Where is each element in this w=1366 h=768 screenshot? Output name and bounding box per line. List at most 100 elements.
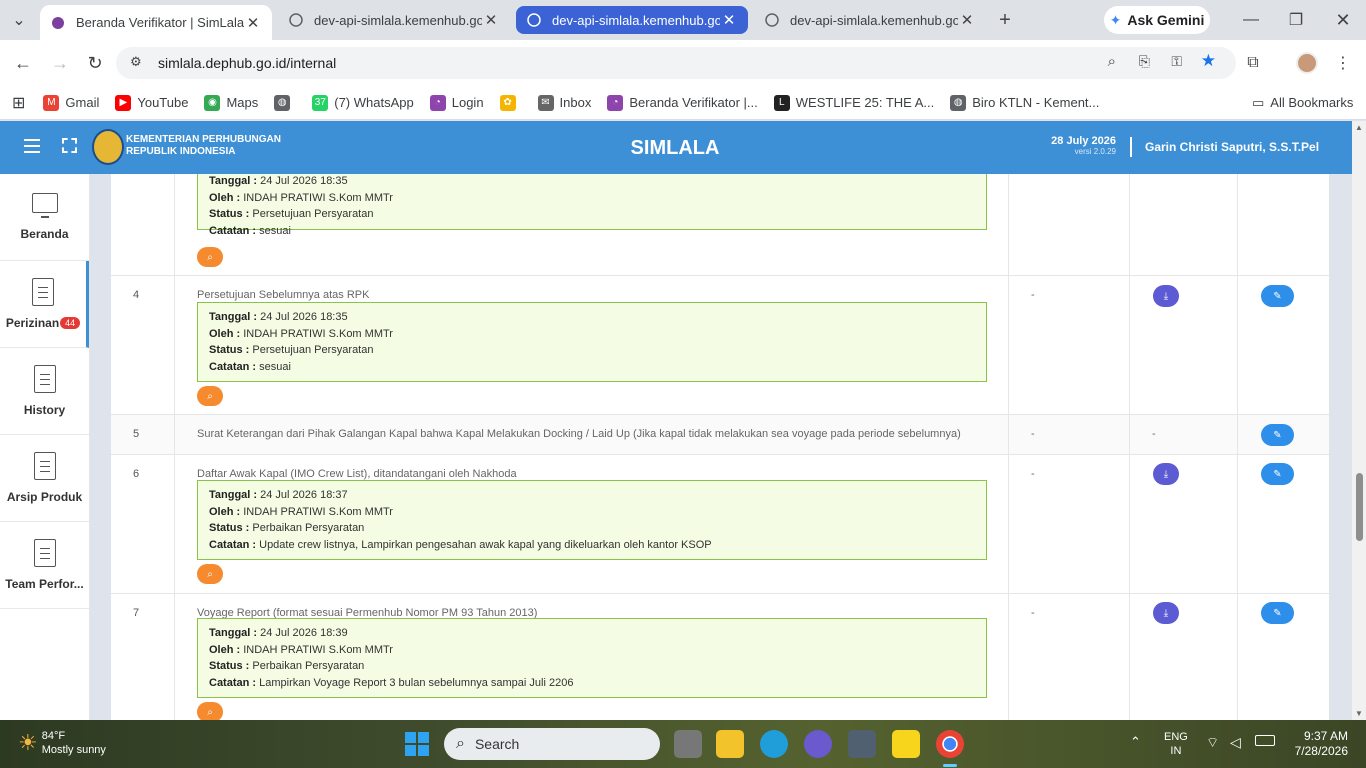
tab-dev-api-3[interactable]: dev-api-simlala.kemenhub.go.id ✕ xyxy=(754,6,986,34)
volume-icon[interactable]: ◁ xyxy=(1230,734,1241,751)
bookmark-item[interactable]: L WESTLIFE 25: THE A... xyxy=(773,94,934,111)
current-date: 28 July 2026 xyxy=(1051,135,1116,147)
close-tab-icon[interactable]: ✕ xyxy=(482,11,500,29)
download-button[interactable]: ⤓ xyxy=(1153,285,1179,307)
preview-button[interactable]: ⌕ xyxy=(197,564,223,584)
sidebar-item-arsip-produk[interactable]: Arsip Produk xyxy=(0,435,89,522)
bookmark-label: YouTube xyxy=(137,95,189,110)
sidebar-item-beranda[interactable]: Beranda xyxy=(0,174,89,261)
apps-grid-icon[interactable]: ⊞ xyxy=(12,93,25,113)
edit-icon: ✎ xyxy=(1273,607,1282,619)
requirements-table: Tanggal : 24 Jul 2026 18:35 Oleh : INDAH… xyxy=(111,174,1329,720)
weather-temp: 84°F xyxy=(41,730,66,742)
search-icon: ⌕ xyxy=(207,390,213,402)
close-tab-icon[interactable]: ✕ xyxy=(244,14,262,32)
forward-icon[interactable]: → xyxy=(47,50,73,76)
tab-beranda-verifikator[interactable]: Beranda Verifikator | SimLala ✕ xyxy=(40,5,272,40)
hamburger-menu-icon[interactable] xyxy=(24,139,40,153)
battery-icon[interactable] xyxy=(1255,735,1275,746)
simlala-favicon-icon xyxy=(50,15,66,31)
page-scrollbar[interactable]: ▲ ▼ xyxy=(1352,121,1366,720)
tab-dev-api-2[interactable]: dev-api-simlala.kemenhub.go.id ✕ xyxy=(516,6,748,34)
ministry-line-1: KEMENTERIAN PERHUBUNGAN xyxy=(126,134,282,145)
active-app-indicator xyxy=(943,764,957,767)
bookmark-item[interactable]: ◉ Maps xyxy=(204,94,258,111)
bookmark-favicon-icon: ▶ xyxy=(115,94,132,111)
app-version: versi 2.0.29 xyxy=(1074,147,1116,156)
preview-button[interactable]: ⌕ xyxy=(197,247,223,267)
sidebar-item-history[interactable]: History xyxy=(0,348,89,435)
profile-avatar[interactable] xyxy=(1296,52,1318,74)
url-field[interactable]: ⚙ simlala.dephub.go.id/internal ⌕ ⎘ ⚿ ★ xyxy=(116,47,1236,79)
note-comment: Update crew listnya, Lampirkan pengesaha… xyxy=(259,538,712,551)
close-window-icon[interactable]: ✕ xyxy=(1330,7,1356,33)
minimize-icon[interactable]: — xyxy=(1238,7,1264,33)
bookmark-item[interactable]: ◍ xyxy=(274,94,296,111)
camera-app-icon[interactable] xyxy=(848,730,876,758)
cell-value: - xyxy=(1152,428,1156,440)
bookmark-favicon-icon: ◍ xyxy=(950,94,967,111)
scroll-down-arrow-icon[interactable]: ▼ xyxy=(1355,709,1363,718)
clock[interactable]: 9:37 AM 7/28/2026 xyxy=(1290,729,1348,759)
tab-search-icon[interactable]: ⌄ xyxy=(6,7,32,33)
wifi-icon[interactable]: ⌔ xyxy=(1206,734,1219,752)
note-comment: Lampirkan Voyage Report 3 bulan sebelumn… xyxy=(259,676,574,689)
user-name[interactable]: Garin Christi Saputri, S.S.T.Pel xyxy=(1145,140,1319,154)
bookmark-item[interactable]: ▶ YouTube xyxy=(115,94,189,111)
bookmark-item[interactable]: ◔ Beranda Verifikator |... xyxy=(607,94,758,111)
scrollbar-thumb[interactable] xyxy=(1356,473,1363,541)
preview-button[interactable]: ⌕ xyxy=(197,702,223,720)
file-explorer-icon[interactable] xyxy=(716,730,744,758)
cell-value: - xyxy=(1031,289,1035,301)
close-tab-icon[interactable]: ✕ xyxy=(720,11,738,29)
cell-value: - xyxy=(1031,428,1035,440)
bookmark-item[interactable]: ◍ Biro KTLN - Kement... xyxy=(950,94,1099,111)
sidebar-item-team-performance[interactable]: Team Perfor... xyxy=(0,522,89,609)
chrome-icon[interactable] xyxy=(936,730,964,758)
close-tab-icon[interactable]: ✕ xyxy=(958,11,976,29)
extensions-icon[interactable]: ⧉ xyxy=(1240,50,1266,76)
edit-button[interactable]: ✎ xyxy=(1261,424,1294,446)
bookmark-item[interactable]: ✉ Inbox xyxy=(537,94,591,111)
download-button[interactable]: ⤓ xyxy=(1153,463,1179,485)
maximize-icon[interactable]: ❐ xyxy=(1283,7,1309,33)
new-tab-button[interactable]: + xyxy=(992,7,1018,33)
windows-start-icon[interactable] xyxy=(405,732,429,756)
site-info-icon[interactable]: ⚙ xyxy=(130,54,142,70)
edit-button[interactable]: ✎ xyxy=(1261,602,1294,624)
language-indicator[interactable]: ENG IN xyxy=(1164,730,1188,758)
ask-gemini-button[interactable]: ✦ Ask Gemini xyxy=(1104,6,1210,34)
edit-icon: ✎ xyxy=(1273,429,1282,441)
tab-dev-api-1[interactable]: dev-api-simlala.kemenhub.go.id ✕ xyxy=(278,6,510,34)
password-key-icon[interactable]: ⚿ xyxy=(1171,53,1182,70)
fullscreen-icon[interactable] xyxy=(62,138,77,153)
tray-overflow-icon[interactable]: ⌃ xyxy=(1130,734,1141,750)
edit-icon: ✎ xyxy=(1273,290,1282,302)
edit-button[interactable]: ✎ xyxy=(1261,463,1294,485)
install-icon[interactable]: ⎘ xyxy=(1139,53,1150,70)
edge-browser-icon[interactable] xyxy=(760,730,788,758)
download-button[interactable]: ⤓ xyxy=(1153,602,1179,624)
menu-kebab-icon[interactable]: ⋮ xyxy=(1330,50,1356,76)
bookmark-star-icon[interactable]: ★ xyxy=(1201,51,1216,71)
bookmark-item[interactable]: 37 (7) WhatsApp xyxy=(312,94,414,111)
zoom-icon[interactable]: ⌕ xyxy=(1108,53,1116,70)
cell-value: - xyxy=(1031,468,1035,480)
note-author: INDAH PRATIWI S.Kom MMTr xyxy=(243,643,393,656)
bookmark-item[interactable]: ✿ xyxy=(499,94,522,111)
all-bookmarks[interactable]: ▭ All Bookmarks xyxy=(1252,95,1353,111)
bookmark-item[interactable]: ◔ Login xyxy=(429,94,484,111)
copilot-icon[interactable] xyxy=(804,730,832,758)
taskbar-search[interactable]: ⌕ Search xyxy=(444,728,660,760)
sidebar-item-perizinan[interactable]: Perizinan 44 xyxy=(0,261,89,348)
scroll-up-arrow-icon[interactable]: ▲ xyxy=(1355,123,1363,132)
weather-widget[interactable]: ☀ 84°F Mostly sunny xyxy=(18,729,106,757)
bookmark-label: Login xyxy=(451,95,484,110)
preview-button[interactable]: ⌕ xyxy=(197,386,223,406)
sticky-notes-icon[interactable] xyxy=(892,730,920,758)
back-icon[interactable]: ← xyxy=(10,50,36,76)
task-view-icon[interactable] xyxy=(674,730,702,758)
bookmark-item[interactable]: M Gmail xyxy=(43,94,99,111)
edit-button[interactable]: ✎ xyxy=(1261,285,1294,307)
reload-icon[interactable]: ↻ xyxy=(82,50,108,76)
